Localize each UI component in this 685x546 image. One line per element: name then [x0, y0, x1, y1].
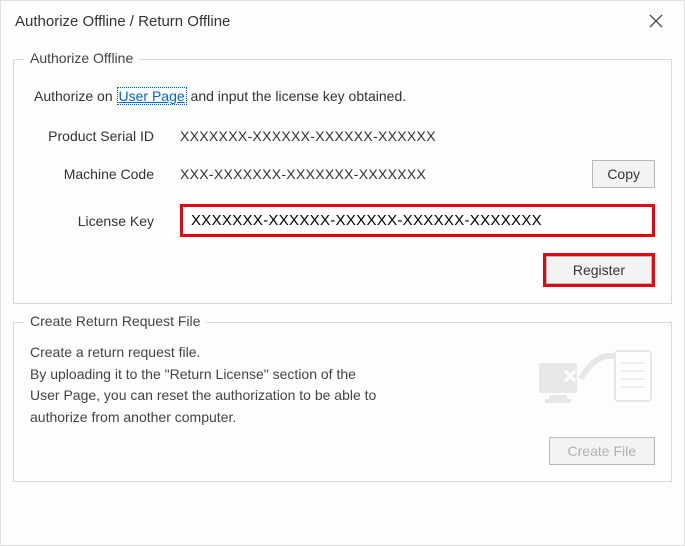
user-page-link[interactable]: User Page: [117, 87, 187, 105]
create-file-button[interactable]: Create File: [549, 437, 655, 465]
intro-suffix: and input the license key obtained.: [187, 88, 407, 104]
dialog-title: Authorize Offline / Return Offline: [15, 13, 636, 30]
dialog-body: Authorize Offline Authorize on User Page…: [1, 41, 684, 545]
authorize-group-label: Authorize Offline: [24, 50, 139, 66]
return-line1: Create a return request file.: [30, 343, 523, 363]
return-line4: authorize from another computer.: [30, 408, 523, 428]
return-description: Create a return request file. By uploadi…: [30, 341, 523, 429]
license-key-input[interactable]: [189, 211, 646, 230]
license-label: License Key: [30, 213, 180, 229]
authorize-actions: Register: [30, 253, 655, 287]
copy-button[interactable]: Copy: [592, 160, 655, 188]
titlebar: Authorize Offline / Return Offline: [1, 1, 684, 41]
serial-value: XXXXXXX-XXXXXX-XXXXXX-XXXXXX: [180, 128, 655, 144]
close-icon: [649, 14, 663, 28]
register-highlight: Register: [543, 253, 655, 287]
register-button[interactable]: Register: [546, 256, 652, 284]
close-button[interactable]: [636, 3, 676, 39]
authorize-intro: Authorize on User Page and input the lic…: [34, 88, 651, 104]
return-request-group: Create Return Request File Create a retu…: [13, 322, 672, 482]
return-line2: By uploading it to the "Return License" …: [30, 365, 523, 385]
return-line3: User Page, you can reset the authorizati…: [30, 386, 523, 406]
license-input-highlight: [180, 204, 655, 237]
authorize-offline-dialog: Authorize Offline / Return Offline Autho…: [0, 0, 685, 546]
license-row: License Key: [30, 204, 655, 237]
authorize-offline-group: Authorize Offline Authorize on User Page…: [13, 59, 672, 304]
intro-prefix: Authorize on: [34, 88, 117, 104]
return-transfer-icon: [535, 341, 655, 411]
machine-label: Machine Code: [30, 166, 180, 182]
return-body: Create a return request file. By uploadi…: [30, 341, 655, 429]
return-actions: Create File: [30, 437, 655, 465]
return-group-label: Create Return Request File: [24, 313, 206, 329]
serial-label: Product Serial ID: [30, 128, 180, 144]
machine-value: XXX-XXXXXXX-XXXXXXX-XXXXXXX: [180, 166, 580, 182]
serial-row: Product Serial ID XXXXXXX-XXXXXX-XXXXXX-…: [30, 128, 655, 144]
machine-row: Machine Code XXX-XXXXXXX-XXXXXXX-XXXXXXX…: [30, 160, 655, 188]
